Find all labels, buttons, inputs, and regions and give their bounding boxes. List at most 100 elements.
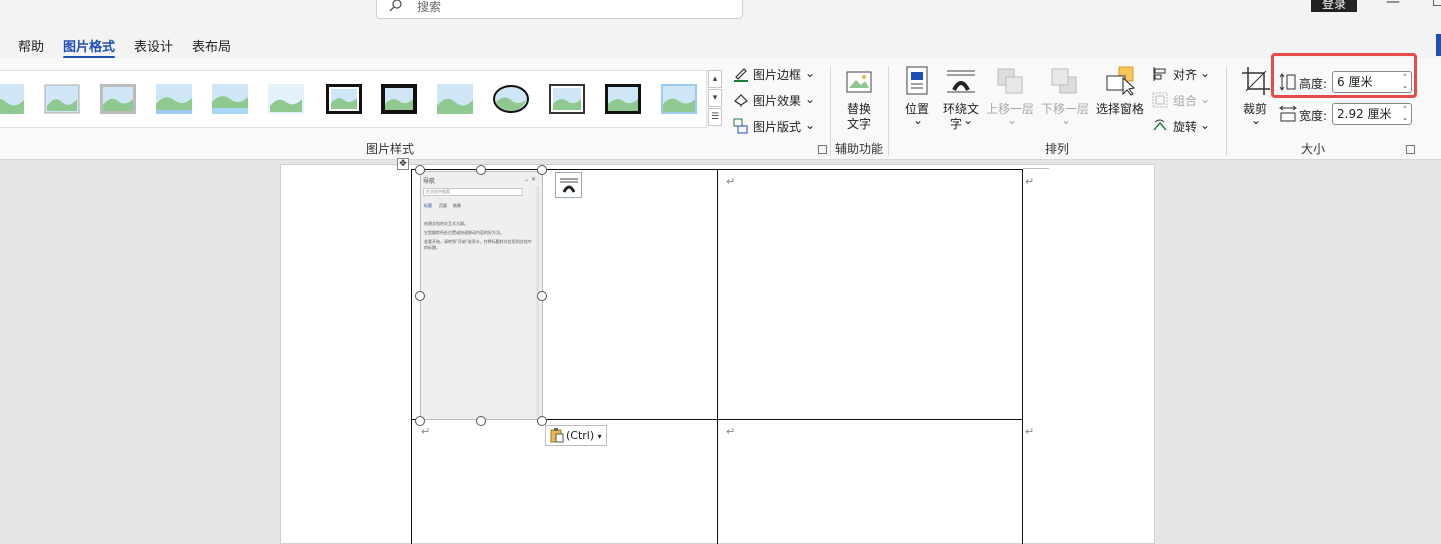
style-thumb-9[interactable] bbox=[437, 84, 473, 114]
picture-effects-button[interactable]: 图片效果 bbox=[753, 92, 801, 109]
width-field[interactable]: 2.92 厘米 ⌃ ⌄ bbox=[1332, 103, 1412, 125]
embedded-tab-pages: 页面 bbox=[439, 203, 447, 208]
chevron-down-icon[interactable]: ▾ bbox=[708, 89, 722, 107]
resize-handle[interactable] bbox=[415, 291, 425, 301]
clipboard-icon bbox=[550, 428, 564, 443]
search-placeholder: 搜索 bbox=[417, 0, 442, 14]
gallery-scroll[interactable]: ▴ ▾ ☰ bbox=[708, 70, 724, 128]
chevron-down-icon: ▾ bbox=[597, 432, 602, 441]
dialog-launcher-icon[interactable] bbox=[1406, 145, 1415, 154]
align-button[interactable]: 对齐 bbox=[1173, 66, 1197, 83]
chevron-down-icon[interactable]: ⌄ bbox=[1200, 118, 1210, 132]
login-button[interactable]: 登录 bbox=[1311, 0, 1357, 12]
style-thumb-3[interactable] bbox=[100, 84, 136, 114]
alt-text-button-line2[interactable]: 文字 bbox=[847, 115, 871, 132]
style-thumb-8[interactable] bbox=[381, 84, 417, 114]
layout-icon bbox=[733, 118, 748, 134]
alt-text-icon bbox=[846, 71, 872, 93]
tab-help[interactable]: 帮助 bbox=[18, 36, 44, 55]
tab-table-design[interactable]: 表设计 bbox=[134, 36, 173, 55]
embedded-scrollbar bbox=[536, 186, 540, 416]
style-thumb-1[interactable] bbox=[0, 84, 24, 114]
selection-pane-icon bbox=[1106, 66, 1136, 96]
table-move-handle-icon[interactable]: ✥ bbox=[397, 158, 409, 170]
resize-handle[interactable] bbox=[415, 416, 425, 426]
style-thumb-7[interactable] bbox=[326, 84, 362, 114]
rotate-button[interactable]: 旋转 bbox=[1173, 118, 1197, 135]
selection-pane-button[interactable]: 选择窗格 bbox=[1096, 100, 1144, 117]
ribbon: ▴ ▾ ☰ 图片边框 ⌄ 图片效果 ⌄ 图片版式 ⌄ 图片样式 替换 文字 辅助… bbox=[0, 58, 1441, 160]
tab-table-layout[interactable]: 表布局 bbox=[192, 36, 231, 55]
chevron-down-icon[interactable]: ⌄ bbox=[913, 113, 923, 127]
width-label: 宽度: bbox=[1299, 109, 1328, 123]
resize-handle[interactable] bbox=[415, 165, 425, 175]
style-thumb-13[interactable] bbox=[661, 84, 697, 114]
embedded-tab-headings: 标题 bbox=[424, 203, 432, 208]
chevron-down-icon[interactable]: ⌄ bbox=[805, 118, 815, 132]
picture-styles-gallery[interactable] bbox=[0, 70, 707, 128]
rotate-icon bbox=[1153, 119, 1167, 131]
style-thumb-10[interactable] bbox=[493, 84, 529, 114]
embedded-tab-results: 结果 bbox=[453, 203, 461, 208]
ribbon-tabs: 帮助 图片格式 表设计 表布局 bbox=[0, 30, 1441, 59]
group-button[interactable]: 组合 bbox=[1173, 92, 1197, 109]
align-icon bbox=[1153, 67, 1166, 81]
send-backward-icon bbox=[1051, 68, 1077, 94]
chevron-down-icon[interactable]: ⌄ bbox=[1200, 92, 1210, 106]
chevron-down-icon[interactable]: ⌄ bbox=[963, 113, 973, 127]
embedded-nav-title: 导航 bbox=[423, 178, 436, 185]
search-box[interactable]: 搜索 bbox=[376, 0, 743, 19]
style-thumb-5[interactable] bbox=[212, 84, 248, 114]
embedded-text-2: 它是跟踪所处位置或快速移动内容的好方法。 bbox=[424, 230, 504, 235]
width-value: 2.92 厘米 bbox=[1337, 107, 1392, 121]
style-thumb-12[interactable] bbox=[605, 84, 641, 114]
group-icon bbox=[1152, 92, 1168, 108]
width-spinner[interactable]: ⌃ ⌄ bbox=[1402, 105, 1408, 123]
gallery-expand-icon[interactable]: ☰ bbox=[708, 108, 722, 126]
scroll-indicator bbox=[1436, 34, 1441, 56]
maximize-icon[interactable]: ☐ bbox=[1432, 0, 1441, 10]
cell-end-mark: ↵ bbox=[421, 425, 431, 438]
divider bbox=[830, 66, 831, 156]
cell-end-mark: ↵ bbox=[726, 425, 736, 438]
chevron-up-icon[interactable]: ▴ bbox=[708, 70, 722, 88]
style-thumb-4[interactable] bbox=[156, 84, 192, 114]
picture-styles-group-label: 图片样式 bbox=[366, 142, 415, 156]
table-border bbox=[1022, 169, 1023, 544]
wrap-text-button-line2[interactable]: 字 bbox=[950, 115, 962, 132]
tab-picture-format[interactable]: 图片格式 bbox=[63, 36, 116, 59]
resize-handle[interactable] bbox=[476, 416, 486, 426]
style-thumb-6[interactable] bbox=[268, 84, 304, 114]
chevron-down-icon[interactable]: ⌄ bbox=[1251, 113, 1261, 127]
picture-border-button[interactable]: 图片边框 bbox=[753, 66, 801, 83]
close-icon: ⌄ ✕ bbox=[524, 176, 536, 183]
width-icon bbox=[1279, 105, 1297, 122]
wrap-layout-icon bbox=[560, 178, 578, 193]
table-border bbox=[717, 169, 718, 544]
title-bar: 搜索 登录 — ☐ bbox=[0, 0, 1441, 30]
style-thumb-11[interactable] bbox=[549, 84, 585, 114]
cell-end-mark: ↵ bbox=[726, 175, 736, 188]
picture-layout-button[interactable]: 图片版式 bbox=[753, 118, 801, 135]
dialog-launcher-icon[interactable] bbox=[818, 145, 827, 154]
chevron-down-icon[interactable]: ⌄ bbox=[805, 66, 815, 80]
paste-options-button[interactable]: (Ctrl) ▾ bbox=[545, 425, 607, 446]
bring-forward-icon bbox=[997, 68, 1023, 94]
resize-handle[interactable] bbox=[537, 291, 547, 301]
chevron-down-icon[interactable]: ⌄ bbox=[805, 92, 815, 106]
style-thumb-2[interactable] bbox=[44, 84, 80, 114]
resize-handle[interactable] bbox=[537, 165, 547, 175]
table-border bbox=[411, 169, 412, 544]
chevron-down-icon[interactable]: ⌄ bbox=[1007, 113, 1017, 127]
size-group-label: 大小 bbox=[1301, 142, 1326, 156]
row-end-mark: ↵ bbox=[1025, 175, 1035, 188]
chevron-down-icon[interactable]: ⌄ bbox=[1200, 66, 1210, 80]
embedded-search: 在文档中搜索 bbox=[423, 188, 523, 196]
minimize-icon[interactable]: — bbox=[1386, 0, 1400, 10]
divider bbox=[1226, 66, 1227, 156]
resize-handle[interactable] bbox=[476, 165, 486, 175]
inserted-picture[interactable]: 导航 ⌄ ✕ 在文档中搜索 标题 页面 结果 创建文档的交互式大纲。 它是跟踪所… bbox=[420, 171, 543, 420]
height-highlight-box bbox=[1271, 53, 1417, 98]
layout-options-button[interactable] bbox=[555, 172, 582, 198]
chevron-down-icon[interactable]: ⌄ bbox=[1061, 113, 1071, 127]
